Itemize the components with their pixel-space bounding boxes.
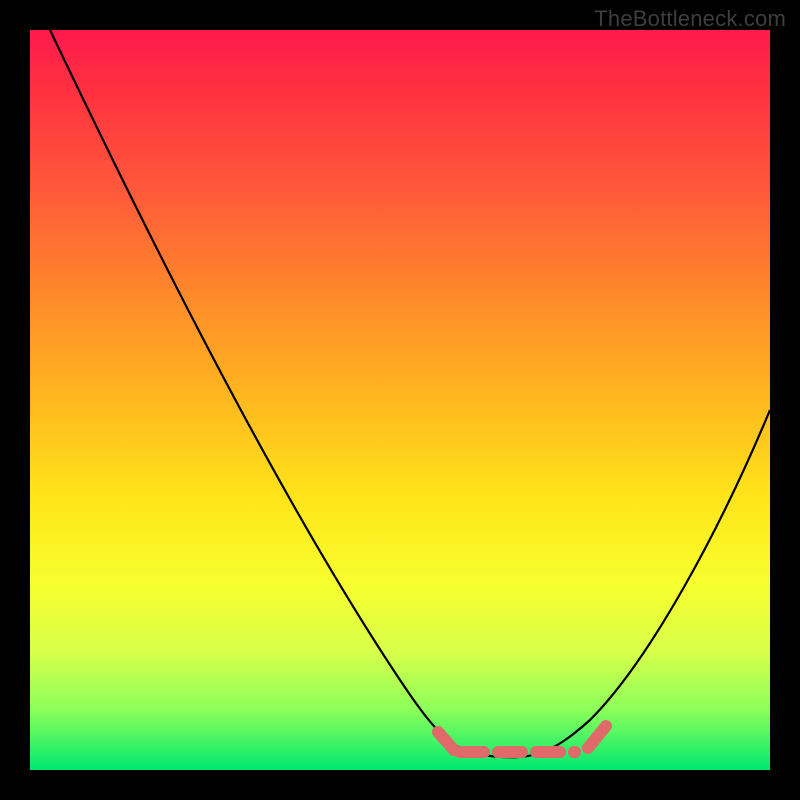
bottleneck-curve bbox=[50, 30, 770, 757]
optimal-region-tick-right bbox=[588, 726, 606, 748]
watermark-text: TheBottleneck.com bbox=[594, 6, 786, 32]
optimal-region-tick-left bbox=[438, 732, 454, 750]
plot-area bbox=[30, 30, 770, 770]
outer-frame: TheBottleneck.com bbox=[0, 0, 800, 800]
curve-svg bbox=[30, 30, 770, 770]
